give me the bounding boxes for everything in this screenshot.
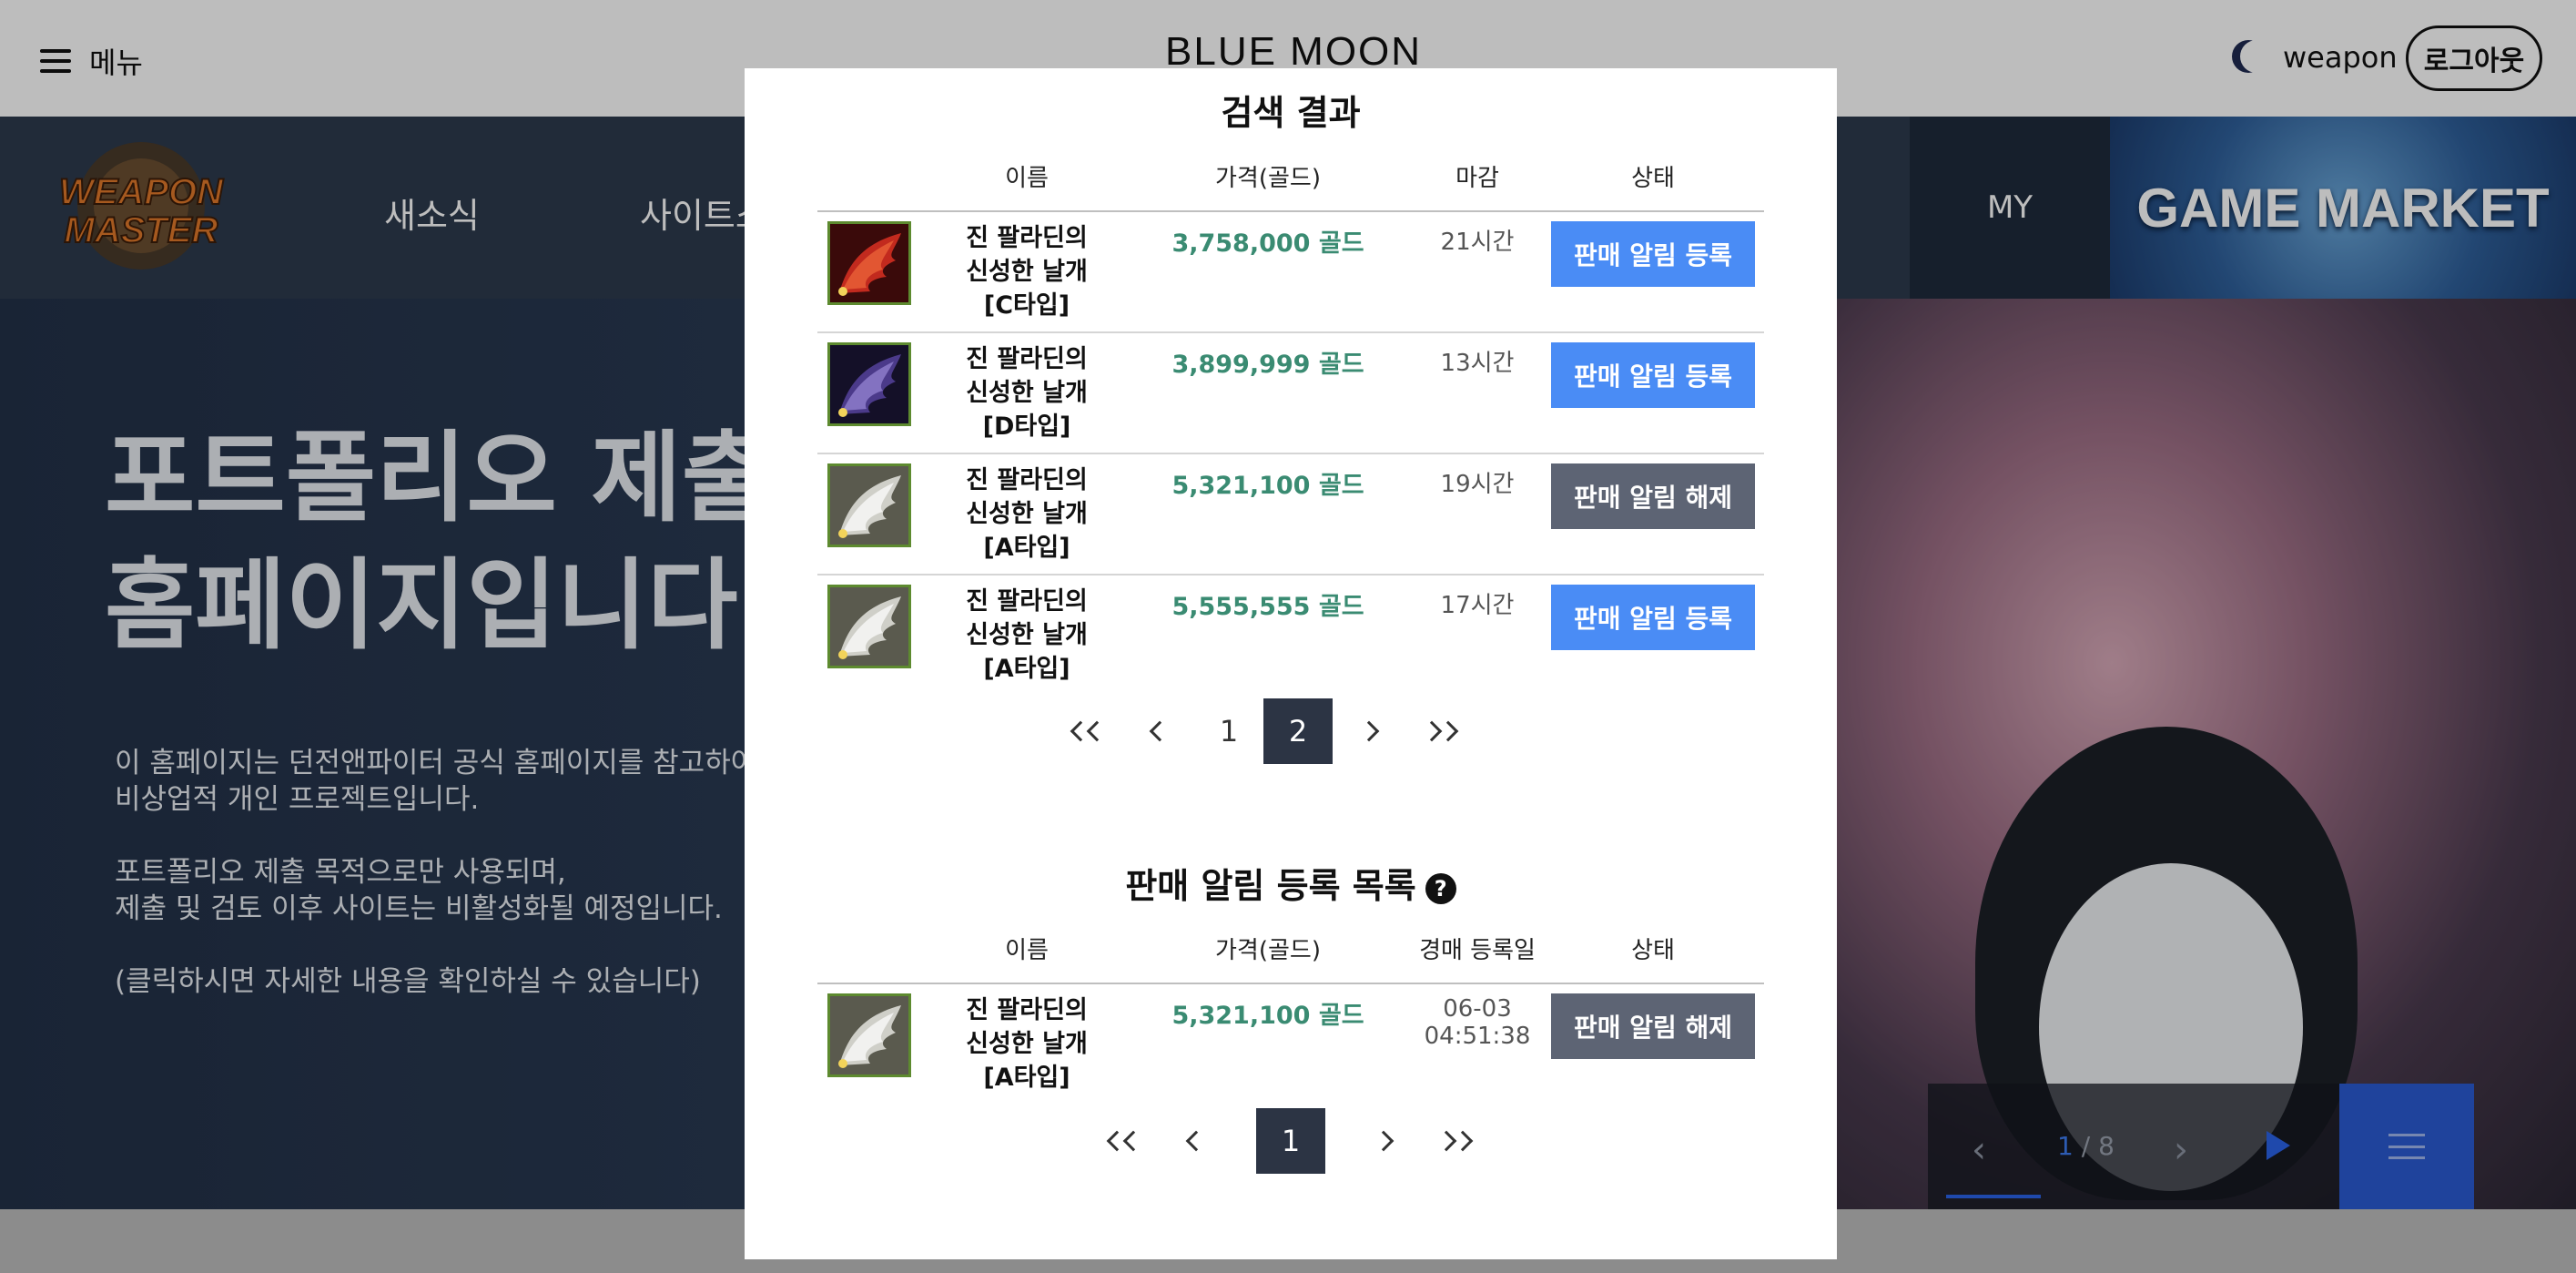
search-results-title: 검색 결과 <box>1221 93 1361 133</box>
item-name: 진 팔라딘의 신성한 날개[D타입] <box>966 345 1088 441</box>
registered-list-title: 판매 알림 등록 목록? <box>745 858 1837 908</box>
item-price: 5,321,100 골드 <box>1171 1002 1364 1030</box>
white-wing-icon[interactable] <box>827 993 911 1077</box>
item-time: 17시간 <box>1440 592 1515 619</box>
prev-page-icon[interactable] <box>1161 1108 1231 1174</box>
item-name: 진 팔라딘의 신성한 날개[A타입] <box>966 466 1088 562</box>
item-price: 5,555,555 골드 <box>1171 593 1364 621</box>
table-row: 진 팔라딘의 신성한 날개[A타입] 5,321,100 골드 19시간 판매 알림 … <box>817 454 1764 575</box>
item-name: 진 팔라딘의 신성한 날개[A타입] <box>966 996 1088 1092</box>
col-price: 가격(골드) <box>1215 165 1321 192</box>
register-alert-button[interactable]: 판매 알림 등록 <box>1551 342 1755 408</box>
first-page-icon[interactable] <box>1054 698 1123 764</box>
register-alert-button[interactable]: 판매 알림 등록 <box>1551 585 1755 650</box>
table-header: 이름 가격(골드) 마감 상태 <box>817 152 1764 212</box>
search-results-table: 이름 가격(골드) 마감 상태 진 팔라딘의 신성한 날개[C타입] 3,758,… <box>817 152 1764 697</box>
col-name: 이름 <box>1005 165 1049 192</box>
last-page-icon[interactable] <box>1420 1108 1489 1174</box>
white-wing-icon[interactable] <box>827 463 911 547</box>
item-time: 13시간 <box>1440 350 1515 377</box>
page-1-button[interactable]: 1 <box>1194 698 1263 764</box>
page-1-button[interactable]: 1 <box>1256 1108 1325 1174</box>
item-date: 06-03 04:51:38 <box>1424 995 1531 1050</box>
table-row: 진 팔라딘의 신성한 날개[D타입] 3,899,999 골드 13시간 판매 알림 … <box>817 333 1764 454</box>
release-alert-button[interactable]: 판매 알림 해제 <box>1551 463 1755 529</box>
col-date: 경매 등록일 <box>1419 937 1536 964</box>
help-icon[interactable]: ? <box>1425 872 1456 904</box>
search-modal: 검색 결과 이름 가격(골드) 마감 상태 진 팔라딘의 신성한 날개[C타입]… <box>745 68 1837 1259</box>
table-header: 이름 가격(골드) 경매 등록일 상태 <box>817 924 1764 984</box>
last-page-icon[interactable] <box>1405 698 1475 764</box>
col-name: 이름 <box>1005 937 1049 964</box>
next-page-icon[interactable] <box>1349 1108 1418 1174</box>
white-wing-icon[interactable] <box>827 585 911 668</box>
next-page-icon[interactable] <box>1334 698 1404 764</box>
registered-list-title-text: 판매 알림 등록 목록 <box>1125 866 1416 906</box>
registered-pagination: 1 <box>745 1108 1837 1174</box>
item-price: 3,758,000 골드 <box>1171 229 1364 258</box>
page-2-button[interactable]: 2 <box>1263 698 1333 764</box>
register-alert-button[interactable]: 판매 알림 등록 <box>1551 221 1755 287</box>
registered-table: 이름 가격(골드) 경매 등록일 상태 진 팔라딘의 신성한 날개[A타입] 5,… <box>817 924 1764 1105</box>
purple-wing-icon[interactable] <box>827 342 911 426</box>
table-row: 진 팔라딘의 신성한 날개[A타입] 5,555,555 골드 17시간 판매 알림 … <box>817 575 1764 697</box>
col-price: 가격(골드) <box>1215 937 1321 964</box>
col-status: 상태 <box>1631 165 1675 192</box>
table-row: 진 팔라딘의 신성한 날개[A타입] 5,321,100 골드 06-03 04:5… <box>817 984 1764 1105</box>
item-price: 3,899,999 골드 <box>1171 351 1364 379</box>
first-page-icon[interactable] <box>1090 1108 1160 1174</box>
item-name: 진 팔라딘의 신성한 날개[C타입] <box>966 224 1088 320</box>
table-row: 진 팔라딘의 신성한 날개[C타입] 3,758,000 골드 21시간 판매 알림 … <box>817 212 1764 333</box>
item-price: 5,321,100 골드 <box>1171 472 1364 500</box>
item-time: 19시간 <box>1440 471 1515 498</box>
release-alert-button[interactable]: 판매 알림 해제 <box>1551 993 1755 1059</box>
item-time: 21시간 <box>1440 229 1515 256</box>
prev-page-icon[interactable] <box>1125 698 1194 764</box>
search-pagination: 1 2 <box>745 698 1837 764</box>
item-name: 진 팔라딘의 신성한 날개[A타입] <box>966 587 1088 683</box>
col-status: 상태 <box>1631 937 1675 964</box>
col-deadline: 마감 <box>1455 165 1499 192</box>
red-wing-icon[interactable] <box>827 221 911 305</box>
